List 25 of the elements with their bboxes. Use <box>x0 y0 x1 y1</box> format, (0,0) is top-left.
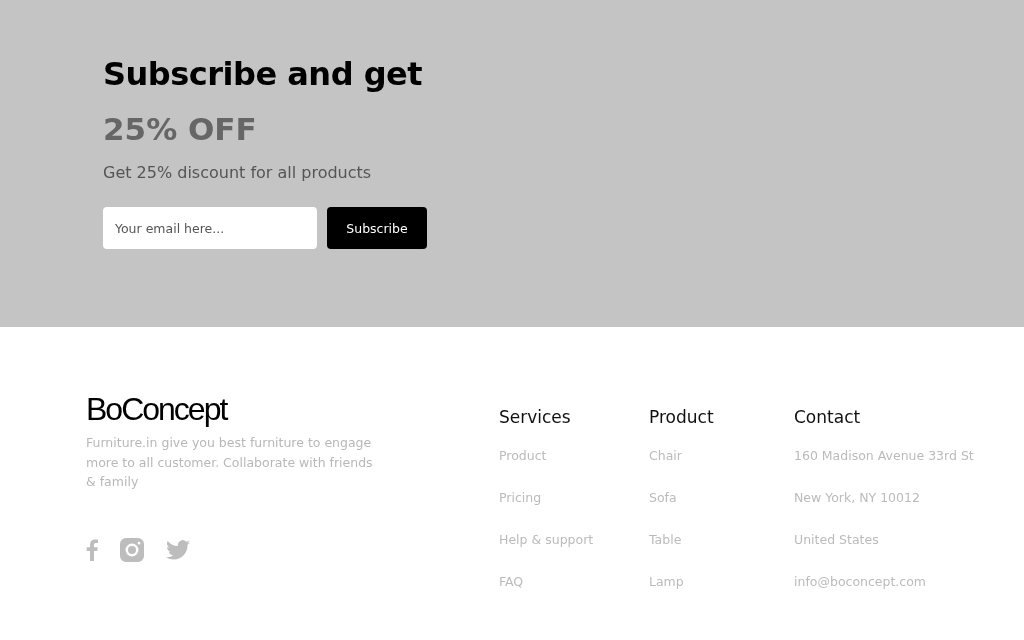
email-field[interactable]: Your email here... <box>103 207 317 249</box>
company-description: Furniture.in give you best furniture to engage more to all customer. Collaborate with friends & family <box>86 434 374 491</box>
discount-text: Get 25% discount for all products <box>103 163 373 182</box>
footer-link[interactable]: Chair <box>649 435 682 477</box>
column-heading: Product <box>649 407 714 427</box>
logo[interactable]: BoConcept <box>86 393 499 425</box>
facebook-icon[interactable] <box>86 538 98 561</box>
footer-link[interactable]: New York, NY 10012 <box>794 477 920 519</box>
footer-link[interactable]: Help & support <box>499 519 594 561</box>
footer-link[interactable]: Sofa <box>649 477 677 519</box>
footer-link[interactable]: Lamp <box>649 561 684 603</box>
footer-link[interactable]: info@boconcept.com <box>794 561 927 603</box>
subscribe-button[interactable]: Subscribe <box>327 207 427 249</box>
instagram-icon[interactable] <box>120 537 144 562</box>
column-heading: Services <box>499 407 571 427</box>
footer-link[interactable]: United States <box>794 519 879 561</box>
footer-link[interactable]: 160 Madison Avenue 33rd St <box>794 435 974 477</box>
offer-text: 25% OFF <box>103 111 258 147</box>
column-heading: Contact <box>794 407 861 427</box>
footer-link[interactable]: Pricing <box>499 477 542 519</box>
footer-link[interactable]: Table <box>649 519 682 561</box>
subscribe-title: Subscribe and get <box>103 55 424 93</box>
twitter-icon[interactable] <box>166 539 190 560</box>
footer-link[interactable]: Product <box>499 435 547 477</box>
footer-link[interactable]: FAQ <box>499 561 524 603</box>
